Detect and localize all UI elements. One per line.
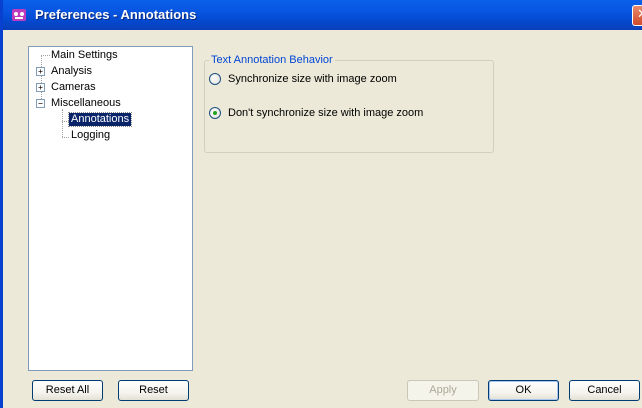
title-bar[interactable]: Preferences - Annotations ✕: [3, 0, 642, 30]
cancel-button[interactable]: Cancel: [569, 380, 640, 401]
group-title: Text Annotation Behavior: [209, 53, 335, 67]
sync-zoom-radio[interactable]: [209, 73, 221, 85]
sync-zoom-label[interactable]: Synchronize size with image zoom: [228, 73, 397, 86]
apply-button[interactable]: Apply: [407, 380, 479, 401]
ok-button[interactable]: OK: [488, 380, 559, 401]
tree-item-label: Annotations: [67, 112, 133, 127]
tree-item-label: Cameras: [51, 81, 96, 93]
collapse-minus-icon[interactable]: −: [36, 99, 45, 108]
expand-plus-icon[interactable]: +: [36, 67, 45, 76]
radio-selected-dot: [213, 111, 217, 115]
no-sync-zoom-label[interactable]: Don't synchronize size with image zoom: [228, 107, 423, 120]
reset-button[interactable]: Reset: [118, 380, 189, 401]
tree-connector: [41, 55, 42, 105]
tree-connector: [62, 137, 69, 138]
no-sync-zoom-radio[interactable]: [209, 107, 221, 119]
reset-all-button[interactable]: Reset All: [32, 380, 103, 401]
tree-connector: [62, 109, 63, 137]
tree-item-label: Main Settings: [51, 49, 118, 61]
close-icon: ✕: [637, 7, 642, 22]
window-title: Preferences - Annotations: [35, 7, 197, 22]
tree-item-label: Logging: [71, 129, 111, 141]
expand-plus-icon[interactable]: +: [36, 83, 45, 92]
settings-tree[interactable]: Main Settings + Analysis + Cameras − Mis…: [28, 46, 193, 371]
preferences-window: Preferences - Annotations ✕ Main Setting…: [0, 0, 642, 408]
app-icon: [12, 9, 26, 21]
close-button[interactable]: ✕: [632, 5, 642, 26]
tree-connector: [62, 121, 69, 122]
tree-item-label: Miscellaneous: [51, 97, 121, 109]
tree-item-label: Analysis: [51, 65, 92, 77]
